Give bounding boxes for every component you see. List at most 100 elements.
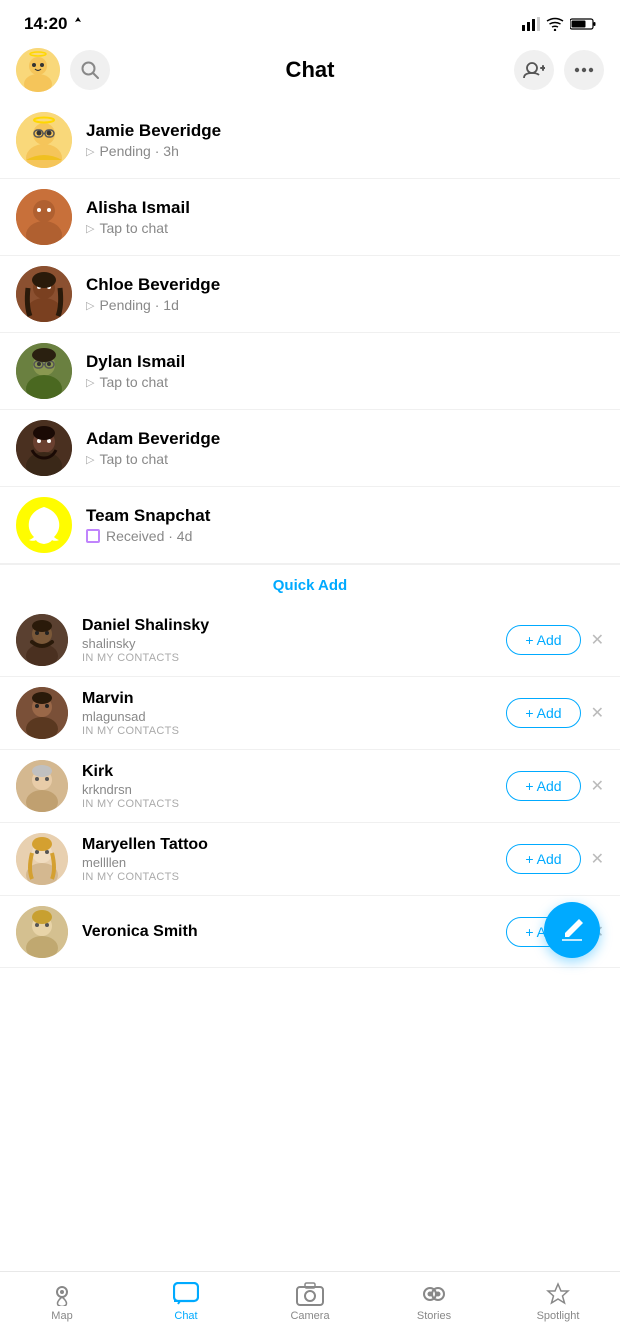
- quick-add-item[interactable]: Marvin mlagunsad IN MY CONTACTS + Add ✕: [0, 677, 620, 750]
- qa-avatar: [16, 687, 68, 739]
- nav-label-map: Map: [51, 1310, 72, 1322]
- qa-info: Veronica Smith: [82, 923, 506, 941]
- chat-avatar: [16, 266, 72, 322]
- qa-name: Marvin: [82, 690, 506, 708]
- status-bar: 14:20: [0, 0, 620, 42]
- more-icon: [574, 67, 594, 73]
- adam-avatar: [16, 420, 72, 476]
- chat-name: Chloe Beveridge: [86, 275, 604, 295]
- qa-tag: IN MY CONTACTS: [82, 725, 506, 737]
- chat-name: Alisha Ismail: [86, 198, 604, 218]
- received-box-icon: [86, 529, 100, 543]
- chat-info: Jamie Beveridge ▷ Pending · 3h: [86, 121, 604, 159]
- nav-item-spotlight[interactable]: Spotlight: [496, 1282, 620, 1322]
- alisha-avatar: [16, 189, 72, 245]
- chat-avatar: [16, 112, 72, 168]
- nav-label-stories: Stories: [417, 1310, 451, 1322]
- add-friend-button[interactable]: [514, 50, 554, 90]
- qa-actions: + Add ✕: [506, 771, 604, 801]
- qa-avatar: [16, 906, 68, 958]
- qa-username: shalinsky: [82, 636, 506, 651]
- add-button[interactable]: + Add: [506, 844, 580, 874]
- chat-avatar: [16, 343, 72, 399]
- search-button[interactable]: [70, 50, 110, 90]
- maryellen-avatar: [16, 833, 68, 885]
- dismiss-button[interactable]: ✕: [591, 776, 604, 796]
- qa-username: mellllen: [82, 855, 506, 870]
- chat-name: Team Snapchat: [86, 506, 604, 526]
- add-friend-icon: [523, 61, 545, 79]
- header: Chat: [0, 42, 620, 102]
- chat-info: Dylan Ismail ▷ Tap to chat: [86, 352, 604, 390]
- user-avatar[interactable]: [16, 48, 60, 92]
- chat-info: Team Snapchat Received · 4d: [86, 506, 604, 544]
- dismiss-button[interactable]: ✕: [591, 849, 604, 869]
- stories-icon: [420, 1282, 448, 1306]
- chat-item[interactable]: Alisha Ismail ▷ Tap to chat: [0, 179, 620, 256]
- dismiss-button[interactable]: ✕: [591, 630, 604, 650]
- nav-item-chat[interactable]: Chat: [124, 1282, 248, 1322]
- qa-actions: + Add ✕: [506, 844, 604, 874]
- compose-fab[interactable]: [544, 902, 600, 958]
- tap-icon: ▷: [86, 222, 94, 235]
- chat-status-text: Pending · 1d: [99, 297, 178, 313]
- nav-label-chat: Chat: [174, 1310, 197, 1322]
- chat-item[interactable]: Dylan Ismail ▷ Tap to chat: [0, 333, 620, 410]
- qa-name: Veronica Smith: [82, 923, 506, 941]
- chat-status: ▷ Pending · 3h: [86, 143, 604, 159]
- quick-add-item[interactable]: Veronica Smith + Add ✕: [0, 896, 620, 968]
- marvin-avatar: [16, 687, 68, 739]
- add-button[interactable]: + Add: [506, 771, 580, 801]
- chat-info: Adam Beveridge ▷ Tap to chat: [86, 429, 604, 467]
- pending-icon: ▷: [86, 145, 94, 158]
- nav-item-map[interactable]: Map: [0, 1282, 124, 1322]
- more-button[interactable]: [564, 50, 604, 90]
- status-time: 14:20: [24, 14, 84, 34]
- add-button[interactable]: + Add: [506, 698, 580, 728]
- nav-item-camera[interactable]: Camera: [248, 1282, 372, 1322]
- chat-status: ▷ Pending · 1d: [86, 297, 604, 313]
- qa-username: mlagunsad: [82, 709, 506, 724]
- chat-status: ▷ Tap to chat: [86, 451, 604, 467]
- compose-icon: [559, 917, 585, 943]
- qa-username: krkndrsn: [82, 782, 506, 797]
- qa-avatar: [16, 614, 68, 666]
- snapchat-logo: [21, 502, 67, 548]
- avatar-image: [16, 48, 60, 92]
- search-icon: [80, 60, 100, 80]
- nav-item-stories[interactable]: Stories: [372, 1282, 496, 1322]
- pending-icon: ▷: [86, 299, 94, 312]
- header-actions: [514, 50, 604, 90]
- qa-info: Daniel Shalinsky shalinsky IN MY CONTACT…: [82, 617, 506, 664]
- quick-add-item[interactable]: Daniel Shalinsky shalinsky IN MY CONTACT…: [0, 604, 620, 677]
- qa-actions: + Add ✕: [506, 625, 604, 655]
- quick-add-item[interactable]: Maryellen Tattoo mellllen IN MY CONTACTS…: [0, 823, 620, 896]
- chloe-avatar: [16, 266, 72, 322]
- qa-info: Maryellen Tattoo mellllen IN MY CONTACTS: [82, 836, 506, 883]
- qa-info: Kirk krkndrsn IN MY CONTACTS: [82, 763, 506, 810]
- qa-info: Marvin mlagunsad IN MY CONTACTS: [82, 690, 506, 737]
- qa-avatar: [16, 760, 68, 812]
- location-icon: [72, 17, 84, 31]
- chat-item[interactable]: Adam Beveridge ▷ Tap to chat: [0, 410, 620, 487]
- chat-status: Received · 4d: [86, 528, 604, 544]
- add-button[interactable]: + Add: [506, 625, 580, 655]
- status-icons: [522, 17, 596, 31]
- chat-item[interactable]: Team Snapchat Received · 4d: [0, 487, 620, 564]
- chat-item[interactable]: Jamie Beveridge ▷ Pending · 3h: [0, 102, 620, 179]
- chat-item[interactable]: Chloe Beveridge ▷ Pending · 1d: [0, 256, 620, 333]
- wifi-icon: [546, 17, 564, 31]
- qa-tag: IN MY CONTACTS: [82, 798, 506, 810]
- qa-name: Kirk: [82, 763, 506, 781]
- chat-status-text: Pending · 3h: [99, 143, 178, 159]
- quick-add-item[interactable]: Kirk krkndrsn IN MY CONTACTS + Add ✕: [0, 750, 620, 823]
- chat-avatar: [16, 189, 72, 245]
- chat-list: Jamie Beveridge ▷ Pending · 3h Alisha: [0, 102, 620, 564]
- chat-name: Jamie Beveridge: [86, 121, 604, 141]
- chat-name: Dylan Ismail: [86, 352, 604, 372]
- chat-status-text: Tap to chat: [99, 374, 168, 390]
- bottom-nav: Map Chat Camera Stories: [0, 1271, 620, 1342]
- dismiss-button[interactable]: ✕: [591, 703, 604, 723]
- chat-status: ▷ Tap to chat: [86, 374, 604, 390]
- chat-info: Alisha Ismail ▷ Tap to chat: [86, 198, 604, 236]
